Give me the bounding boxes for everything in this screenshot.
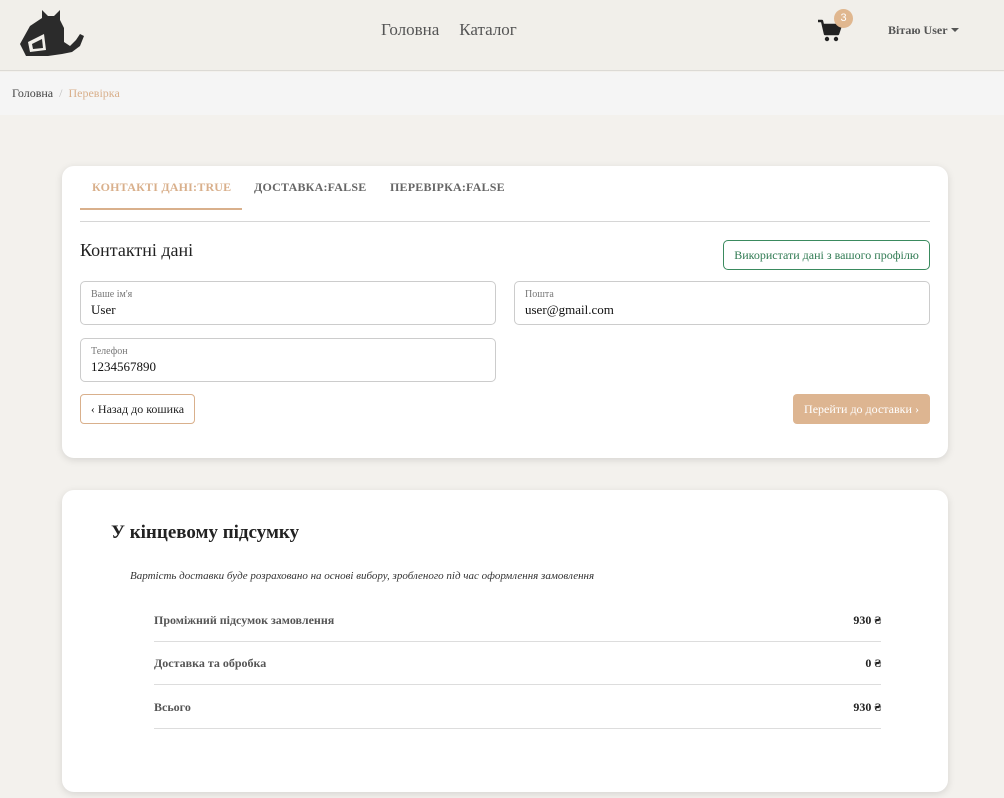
summary-row-value: 930 ₴ [853,700,881,714]
summary-row-label: Доставка та обробка [154,656,267,670]
name-field[interactable]: Ваше ім'я [80,281,496,325]
tab-review[interactable]: ПЕРЕВІРКА:FALSE [390,180,505,195]
checkout-tabs: КОНТАКТІ ДАНІ:TRUE ДОСТАВКА:FALSE ПЕРЕВІ… [80,166,930,222]
email-field-label: Пошта [525,289,554,300]
email-input[interactable] [525,302,905,318]
summary-row-value: 930 ₴ [853,613,881,627]
main-nav: Головна Каталог [381,20,517,40]
summary-note: Вартість доставки буде розраховано на ос… [130,570,595,582]
summary-title: У кінцевому підсумку [111,522,300,543]
section-title: Контактні дані [80,240,194,260]
email-field[interactable]: Пошта [514,281,930,325]
breadcrumb-separator: / [59,86,63,100]
caret-down-icon [950,28,959,32]
tab-contacts[interactable]: КОНТАКТІ ДАНІ:TRUE [92,180,231,195]
nav-link-catalog[interactable]: Каталог [459,20,517,40]
name-field-label: Ваше ім'я [91,289,133,300]
back-to-cart-button[interactable]: ‹ Назад до кошика [80,394,195,424]
breadcrumb-bar: Головна / Перевірка [0,72,1004,115]
summary-row-value: 0 ₴ [865,656,881,670]
breadcrumb-current: Перевірка [68,86,120,100]
breadcrumb-home[interactable]: Головна [12,86,53,100]
breadcrumb: Головна / Перевірка [12,86,120,101]
summary-row-label: Всього [154,700,191,714]
cart-count-badge: 3 [834,9,853,28]
checkout-card: КОНТАКТІ ДАНІ:TRUE ДОСТАВКА:FALSE ПЕРЕВІ… [62,166,948,458]
summary-row-label: Проміжний підсумок замовлення [154,613,335,627]
active-tab-underline [80,208,242,210]
chevron-right-icon: › [911,402,919,416]
phone-field-label: Телефон [91,346,128,357]
name-input[interactable] [91,302,471,318]
go-to-delivery-button[interactable]: Перейти до доставки › [793,394,930,424]
summary-row-subtotal: Проміжний підсумок замовлення 930 ₴ [154,599,881,642]
nav-link-home[interactable]: Головна [381,20,439,40]
back-to-cart-label: Назад до кошика [97,402,185,416]
user-menu-toggle[interactable]: Вітаю User [888,23,959,38]
cat-logo-icon[interactable] [18,6,88,58]
use-profile-data-button[interactable]: Використати дані з вашого профілю [723,240,930,270]
go-to-delivery-label: Перейти до доставки [804,402,912,416]
phone-input[interactable] [91,359,471,375]
tab-delivery[interactable]: ДОСТАВКА:FALSE [254,180,366,195]
top-header: Головна Каталог 3 Вітаю User [0,0,1004,71]
order-summary-card: У кінцевому підсумку Вартість доставки б… [62,490,948,792]
summary-row-total: Всього 930 ₴ [154,686,881,729]
summary-row-shipping: Доставка та обробка 0 ₴ [154,642,881,685]
phone-field[interactable]: Телефон [80,338,496,382]
chevron-left-icon: ‹ [90,402,98,416]
user-greeting: Вітаю User [888,23,948,37]
